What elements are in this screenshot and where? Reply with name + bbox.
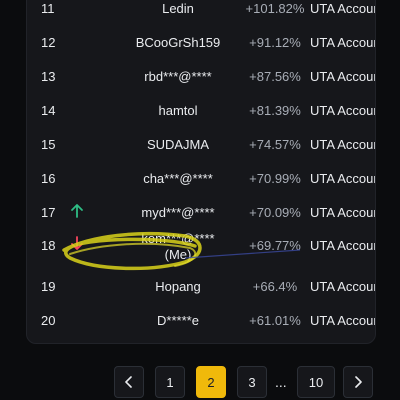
page-button-1[interactable]: 1 (155, 366, 185, 398)
chevron-left-icon (125, 376, 132, 388)
me-label: (Me) (164, 247, 192, 262)
page-button-3[interactable]: 3 (237, 366, 267, 398)
rank-cell: 11 (41, 1, 55, 16)
table-row[interactable]: 12 BCooGrSh159 +91.12% UTA Accoun (27, 25, 375, 59)
chevron-right-icon (355, 376, 362, 388)
next-page-button[interactable] (343, 366, 373, 398)
rank-cell: 18 (41, 238, 56, 253)
account-type-cell: UTA Accoun (310, 205, 376, 220)
account-type-cell: UTA Accoun (310, 279, 376, 294)
table-row[interactable]: 19 Hopang +66.4% UTA Accoun (27, 269, 375, 303)
table-row[interactable]: 20 D*****e +61.01% UTA Accoun (27, 303, 375, 337)
pagination: 1 2 3 ... 10 (0, 364, 400, 400)
arrow-up-icon (71, 204, 83, 218)
username-text: kom***@**** (141, 231, 215, 246)
rank-cell: 14 (41, 103, 56, 118)
arrow-down-icon (71, 236, 83, 250)
account-type-cell: UTA Accoun (310, 35, 376, 50)
rank-cell: 19 (41, 279, 56, 294)
page-button-last[interactable]: 10 (297, 366, 335, 398)
rank-cell: 20 (41, 313, 56, 328)
account-type-cell: UTA Accoun (310, 103, 376, 118)
table-row[interactable]: 13 rbd***@**** +87.56% UTA Accoun (27, 59, 375, 93)
pagination-ellipsis: ... (275, 374, 287, 390)
table-row[interactable]: 16 cha***@**** +70.99% UTA Accoun (27, 161, 375, 195)
table-row[interactable]: 11 Ledin +101.82% UTA Accoun (27, 0, 375, 25)
account-type-cell: UTA Accoun (310, 137, 376, 152)
leaderboard-card: 11 Ledin +101.82% UTA Accoun 12 BCooGrSh… (26, 0, 376, 344)
account-type-cell: UTA Accoun (310, 171, 376, 186)
table-row-current-user[interactable]: 18 kom***@**** (Me) +69.77% UTA Accoun (27, 229, 375, 267)
account-type-cell: UTA Accoun (310, 69, 376, 84)
rank-cell: 15 (41, 137, 56, 152)
table-row[interactable]: 15 SUDAJMA +74.57% UTA Accoun (27, 127, 375, 161)
rank-cell: 17 (41, 205, 56, 220)
table-row[interactable]: 17 myd***@**** +70.09% UTA Accoun (27, 195, 375, 229)
account-type-cell: UTA Accoun (310, 1, 376, 16)
rank-cell: 16 (41, 171, 56, 186)
rank-cell: 13 (41, 69, 56, 84)
page-button-2-active[interactable]: 2 (196, 366, 226, 398)
account-type-cell: UTA Accoun (310, 313, 376, 328)
prev-page-button[interactable] (114, 366, 144, 398)
table-row[interactable]: 14 hamtol +81.39% UTA Accoun (27, 93, 375, 127)
account-type-cell: UTA Accoun (310, 238, 376, 253)
rank-cell: 12 (41, 35, 56, 50)
